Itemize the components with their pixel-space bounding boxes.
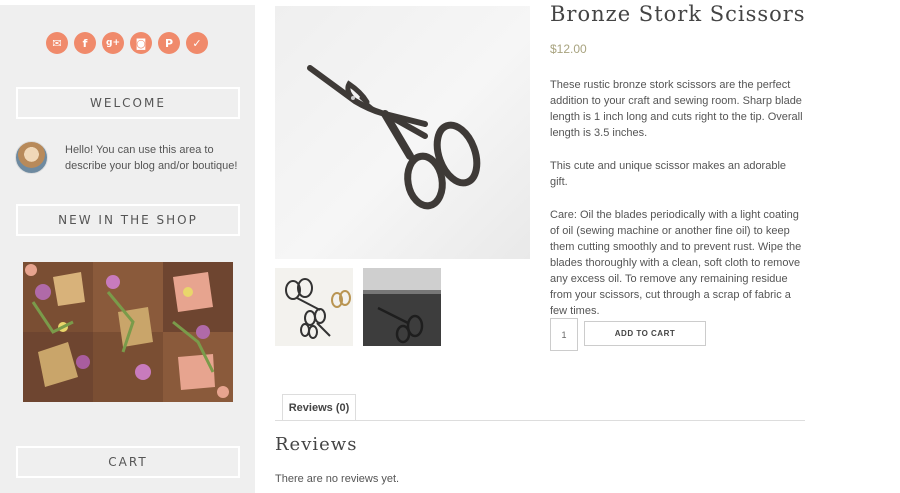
description-paragraph: Care: Oil the blades periodically with a…: [550, 209, 802, 317]
google-plus-icon[interactable]: g+: [102, 32, 124, 54]
flower-tags-photo: [23, 262, 233, 402]
product-thumbnail-2[interactable]: [363, 268, 441, 346]
tabs-divider: [275, 420, 805, 421]
product-main-image[interactable]: [275, 6, 530, 259]
twitter-icon[interactable]: ✓: [186, 32, 208, 54]
description-paragraph: This cute and unique scissor makes an ad…: [550, 160, 787, 188]
email-icon[interactable]: ✉: [46, 32, 68, 54]
product-description: These rustic bronze stork scissors are t…: [550, 77, 805, 336]
scissors-photo: [307, 65, 481, 210]
reviews-heading: Reviews: [275, 434, 358, 455]
product-title: Bronze Stork Scissors: [550, 2, 806, 26]
quantity-input[interactable]: [550, 318, 578, 351]
new-in-shop-image[interactable]: [23, 262, 233, 402]
new-in-shop-heading: NEW IN THE SHOP: [16, 204, 240, 236]
social-links: ✉ f g+ ◙ P ✓: [46, 32, 208, 54]
cart-heading: CART: [16, 446, 240, 478]
no-reviews-text: There are no reviews yet.: [275, 473, 400, 485]
product-thumbnail-1[interactable]: [275, 268, 353, 346]
welcome-heading: WELCOME: [16, 87, 240, 119]
tab-reviews[interactable]: Reviews (0): [282, 394, 356, 421]
add-to-cart-button[interactable]: ADD TO CART: [584, 321, 706, 346]
about-widget: Hello! You can use this area to describe…: [15, 141, 245, 174]
sidebar: ✉ f g+ ◙ P ✓ WELCOME Hello! You can use …: [0, 5, 255, 493]
avatar: [15, 141, 48, 174]
instagram-icon[interactable]: ◙: [130, 32, 152, 54]
facebook-icon[interactable]: f: [74, 32, 96, 54]
about-text: Hello! You can use this area to describe…: [65, 144, 238, 172]
product-price: $12.00: [550, 42, 587, 56]
pinterest-icon[interactable]: P: [158, 32, 180, 54]
scissors-window-thumb: [363, 268, 441, 346]
scissors-set-thumb: [285, 278, 351, 339]
description-paragraph: These rustic bronze stork scissors are t…: [550, 79, 803, 139]
